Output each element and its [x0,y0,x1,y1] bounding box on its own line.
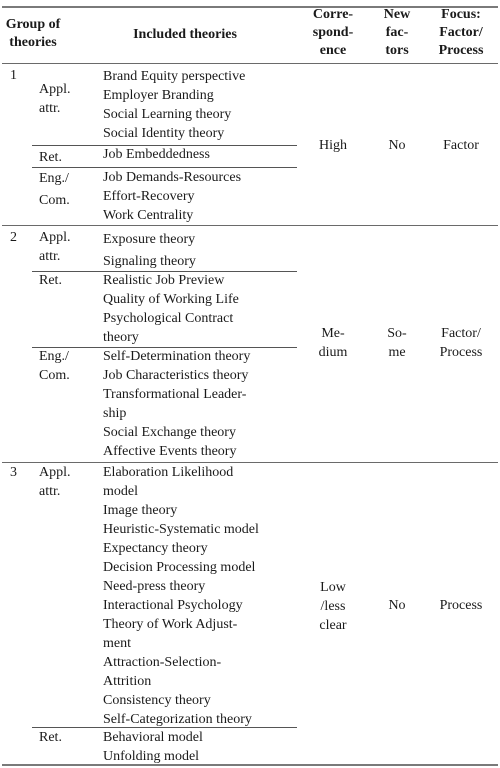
header-new-factors: New fac- tors [383,7,411,58]
group-2-focus: Factor/ Process [439,326,483,360]
theory-item: Attrition [103,674,152,689]
header-focus: Focus: Factor/ Process [438,7,484,58]
group-2-subgroup-appl-attr: Appl. attr. [39,230,71,264]
group-2-correspondence: Me- dium [318,326,348,360]
theory-item: Need-press theory [103,579,206,594]
group-2-appl-attr-theories: Exposure theory Signaling theory [103,229,196,273]
table-top-rule [2,6,498,8]
header-correspondence: Corre- spond- ence [312,7,354,58]
group-1-bottom-rule [2,225,498,226]
theory-item: Job Characteristics theory [103,368,249,383]
theory-item: Attraction-Selection- [103,655,222,670]
theory-item: Interactional Psychology [103,598,243,613]
theory-item: Heuristic-Systematic model [103,522,259,537]
group-1-new-factors: No [388,138,406,153]
theory-item: Realistic Job Preview [103,273,225,288]
theory-item: theory [103,330,139,345]
group-2-eng-com-theories: Self-Determination theory Job Characteri… [103,347,250,461]
group-2-new-factors: So- me [387,326,407,360]
group-1-correspondence: High [319,138,347,153]
group-1-focus: Factor [443,138,479,153]
theory-item: Exposure theory [103,232,196,247]
theory-item: Image theory [103,503,178,518]
group-3-number: 3 [10,465,17,480]
header-bottom-rule [2,63,498,64]
group-1-eng-com-theories: Job Demands-Resources Effort-Recovery Wo… [103,168,241,225]
theory-item: Theory of Work Adjust- [103,617,238,632]
group-1-ret-theories: Job Embeddedness [103,145,210,164]
group-1-number: 1 [10,68,17,83]
theory-item: model [103,484,138,499]
group-2-number: 2 [10,230,17,245]
group-3-focus: Process [439,598,483,613]
group-2-subgroup-ret: Ret. [39,273,62,288]
theory-item: Self-Determination theory [103,349,251,364]
group-2-ret-theories: Realistic Job Preview Quality of Working… [103,271,239,347]
theory-item: Job Demands-Resources [103,170,242,185]
group-3-subgroup-ret: Ret. [39,730,62,745]
theory-item: Effort-Recovery [103,189,195,204]
theory-item: Employer Branding [103,88,214,103]
group-1-appl-attr-theories: Brand Equity perspective Employer Brandi… [103,67,245,143]
theory-item: Expectancy theory [103,541,208,556]
theory-item: Consistency theory [103,693,211,708]
header-group: Group of theories [5,17,61,50]
group-3-appl-attr-theories: Elaboration Likelihood model Image theor… [103,463,259,729]
group-3-subgroup-appl-attr: Appl. attr. [39,465,71,499]
theory-item: Job Embeddedness [103,147,210,162]
theory-item: Behavioral model [103,730,203,745]
theory-item: Signaling theory [103,254,196,269]
group-3-correspondence: Low /less clear [319,580,347,633]
theory-item: Decision Processing model [103,560,256,575]
theory-item: Affective Events theory [103,444,237,459]
theory-item: Social Exchange theory [103,425,236,440]
theory-item: Elaboration Likelihood [103,465,234,480]
theory-item: Quality of Working Life [103,292,239,307]
header-included-theories: Included theories [133,27,237,42]
theory-item: ship [103,406,127,421]
group-2-subgroup-eng-com: Eng./ Com. [39,349,70,383]
theory-item: ment [103,636,131,651]
table-bottom-rule [2,764,498,766]
theory-item: Social Identity theory [103,126,225,141]
group-3-ret-theories: Behavioral model Unfolding model [103,728,203,766]
group-1-subgroup-appl-attr: Appl. attr. [39,82,71,116]
group-3-new-factors: No [388,598,406,613]
theory-item: Brand Equity perspective [103,69,246,84]
theory-item: Transformational Leader- [103,387,247,402]
theory-item: Psychological Contract [103,311,234,326]
theory-item: Social Learning theory [103,107,232,122]
theory-item: Work Centrality [103,208,194,223]
group-1-subgroup-eng-com: Eng./ Com. [39,171,70,208]
group-1-subgroup-ret: Ret. [39,150,62,165]
